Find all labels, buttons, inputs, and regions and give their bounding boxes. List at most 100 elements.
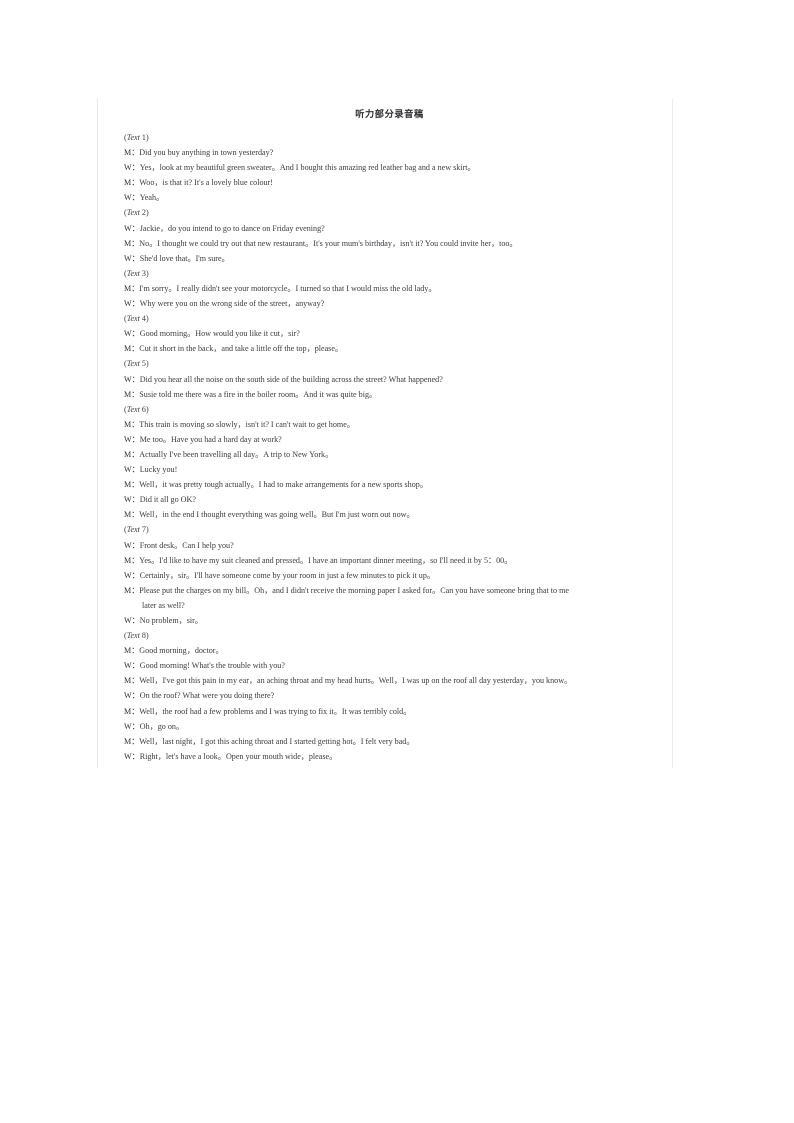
- utterance-text: Good morning。How would you like it cut，s…: [139, 329, 300, 339]
- dialogue-line: W：Good morning! What's the trouble with …: [124, 658, 655, 673]
- dialogue-line: M：No。I thought we could try out that new…: [124, 236, 655, 251]
- dialogue-line: M：Cut it short in the back，and take a li…: [124, 341, 655, 356]
- dialogue-line: W：No problem，sir。: [124, 613, 655, 628]
- dialogue-line: M：Aaaaagh。: [124, 764, 655, 768]
- dialogue-line: W：Yeah。: [124, 190, 655, 205]
- utterance-text: Well，it was pretty tough actually。I had …: [139, 480, 428, 490]
- speaker-label: W：: [124, 495, 140, 505]
- speaker-label: M：: [124, 646, 140, 656]
- speaker-label: M：: [124, 283, 140, 293]
- speaker-label: W：: [124, 691, 140, 701]
- speaker-label: W：: [124, 299, 140, 309]
- utterance-text: Certainly，sir。I'll have someone come by …: [139, 570, 435, 580]
- speaker-label: W：: [124, 661, 140, 671]
- utterance-text: Why were you on the wrong side of the st…: [139, 299, 325, 309]
- speaker-label: M：: [124, 764, 139, 768]
- speaker-label: W：: [124, 751, 140, 761]
- utterance-text: Actually I've been travelling all day。A …: [139, 449, 334, 459]
- text-marker: (Text 5): [124, 359, 149, 369]
- speaker-label: M：: [124, 389, 140, 399]
- dialogue-line: M：Well，the roof had a few problems and I…: [124, 704, 655, 719]
- utterance-text: Aaaaagh。: [139, 767, 175, 768]
- speaker-label: W：: [124, 570, 140, 580]
- text-marker: (Text 1): [124, 133, 149, 142]
- dialogue-line: W：Lucky you!: [124, 462, 655, 477]
- speaker-label: M：: [124, 585, 140, 595]
- dialogue-line: W：Jackie，do you intend to go to dance on…: [124, 221, 655, 236]
- dialogue-line: M：Well，last night，I got this aching thro…: [124, 734, 655, 749]
- dialogue-line: W：Good morning。How would you like it cut…: [124, 326, 655, 341]
- utterance-text: Did you hear all the noise on the south …: [139, 374, 443, 384]
- dialogue-line: W：Did it all go OK?: [124, 492, 655, 507]
- speaker-label: M：: [124, 238, 140, 248]
- utterance-text: Well，the roof had a few problems and I w…: [139, 706, 412, 716]
- utterance-text: Yes。I'd like to have my suit cleaned and…: [139, 555, 513, 565]
- dialogue-line: W：Certainly，sir。I'll have someone come b…: [124, 568, 655, 583]
- utterance-text: Good morning，doctor。: [139, 646, 224, 656]
- speaker-label: M：: [124, 344, 140, 354]
- speaker-label: W：: [124, 374, 140, 384]
- speaker-label: W：: [124, 329, 140, 339]
- text-marker-line: (Text 4): [124, 311, 655, 326]
- speaker-label: M：: [124, 449, 140, 459]
- dialogue-line: M：Did you buy anything in town yesterday…: [124, 145, 655, 160]
- utterance-text: Yeah。: [139, 193, 165, 203]
- dialogue-line: W：Oh，go on。: [124, 719, 655, 734]
- speaker-label: M：: [124, 706, 140, 716]
- speaker-label: M：: [124, 555, 140, 565]
- utterance-text: Front desk。Can I help you?: [139, 540, 234, 550]
- text-marker: (Text 7): [124, 525, 149, 535]
- utterance-text: No problem，sir。: [139, 616, 203, 625]
- dialogue-line: M：Good morning，doctor。: [124, 643, 655, 658]
- text-marker-line: (Text 6): [124, 402, 655, 417]
- dialogue-line: M：This train is moving so slowly，isn't i…: [124, 417, 655, 432]
- text-marker: (Text 2): [124, 208, 149, 218]
- utterance-text: Susie told me there was a fire in the bo…: [139, 389, 378, 399]
- utterance-text: I'm sorry。I really didn't see your motor…: [139, 283, 437, 293]
- dialogue-line: M：I'm sorry。I really didn't see your mot…: [124, 281, 655, 296]
- text-marker-line: (Text 8): [124, 628, 655, 643]
- dialogue-line: M：Well，in the end I thought everything w…: [124, 507, 655, 522]
- dialogue-line: M：Well，I've got this pain in my ear，an a…: [124, 673, 655, 688]
- dialogue-line: M：Yes。I'd like to have my suit cleaned a…: [124, 553, 655, 568]
- utterance-text: Woo，is that it? It's a lovely blue colou…: [139, 178, 273, 188]
- dialogue-line: W：Right，let's have a look。Open your mout…: [124, 749, 655, 764]
- utterance-text: Oh，go on。: [139, 721, 185, 731]
- speaker-label: M：: [124, 736, 140, 746]
- utterance-text: Well，in the end I thought everything was…: [139, 510, 415, 520]
- speaker-label: W：: [124, 223, 140, 233]
- speaker-label: M：: [124, 480, 140, 490]
- utterance-text: Lucky you!: [139, 465, 178, 475]
- speaker-label: M：: [124, 178, 140, 188]
- dialogue-line: M：Well，it was pretty tough actually。I ha…: [124, 477, 655, 492]
- utterance-text: Good morning! What's the trouble with yo…: [139, 661, 285, 671]
- text-marker: (Text 4): [124, 314, 149, 324]
- speaker-label: M：: [124, 676, 140, 686]
- dialogue-line: W：On the roof? What were you doing there…: [124, 688, 655, 703]
- speaker-label: M：: [124, 510, 140, 520]
- dialogue-line: W：Front desk。Can I help you?: [124, 538, 655, 553]
- dialogue-line: W：Why were you on the wrong side of the …: [124, 296, 655, 311]
- utterance-text: Jackie，do you intend to go to dance on F…: [139, 223, 325, 233]
- text-marker-line: (Text 1): [124, 130, 655, 145]
- listening-script-body: (Text 1) M：Did you buy anything in town y…: [124, 130, 655, 768]
- dialogue-line: W：Did you hear all the noise on the sout…: [124, 372, 655, 387]
- utterance-text: No。I thought we could try out that new r…: [139, 238, 518, 248]
- utterance-text: Right，let's have a look。Open your mouth …: [139, 751, 338, 761]
- document-page: 听力部分录音稿 (Text 1) M：Did you buy anything i…: [97, 99, 673, 768]
- text-marker: (Text 3): [124, 268, 149, 278]
- page-content: 听力部分录音稿 (Text 1) M：Did you buy anything i…: [98, 99, 672, 768]
- utterance-text: On the roof? What were you doing there?: [139, 691, 275, 701]
- utterance-text: Well，I've got this pain in my ear，an ach…: [139, 676, 573, 686]
- speaker-label: W：: [124, 253, 140, 263]
- speaker-label: M：: [124, 148, 140, 158]
- utterance-continuation: later as well?: [142, 600, 185, 610]
- text-marker: (Text 6): [124, 404, 149, 414]
- utterance-text: Yes，look at my beautiful green sweater。A…: [139, 163, 476, 173]
- utterance-text: Cut it short in the back，and take a litt…: [139, 344, 344, 354]
- speaker-label: W：: [124, 163, 140, 173]
- text-marker-line: (Text 3): [124, 266, 655, 281]
- utterance-text: She'd love that。I'm sure。: [139, 253, 230, 263]
- dialogue-line: W：She'd love that。I'm sure。: [124, 251, 655, 266]
- utterance-text: Did you buy anything in town yesterday?: [139, 148, 274, 158]
